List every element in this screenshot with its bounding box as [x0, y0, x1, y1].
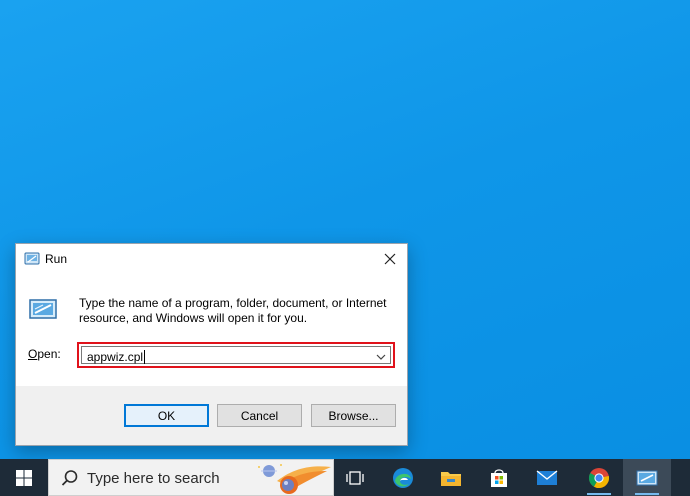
ok-button[interactable]: OK [124, 404, 209, 427]
file-explorer-icon [441, 471, 461, 486]
search-placeholder: Type here to search [87, 470, 220, 487]
search-icon [61, 470, 78, 486]
search-highlight-illustration [258, 464, 331, 494]
dialog-content: Type the name of a program, folder, docu… [16, 274, 407, 386]
microsoft-store-button[interactable] [475, 459, 523, 496]
open-input[interactable]: appwiz.cpl [87, 350, 146, 364]
open-label: Open: [28, 347, 61, 361]
close-button[interactable] [373, 244, 407, 274]
taskbar-search-box[interactable]: Type here to search [48, 459, 334, 496]
microsoft-store-icon [491, 468, 507, 487]
edge-icon [393, 467, 413, 488]
run-taskbar-button[interactable] [623, 459, 671, 496]
run-dialog: Run Type the name of a program, folder, … [15, 243, 408, 446]
edge-button[interactable] [379, 459, 427, 496]
close-icon [384, 253, 396, 265]
button-bar: OK Cancel Browse... [16, 386, 407, 445]
chrome-icon [588, 467, 610, 488]
cancel-button[interactable]: Cancel [217, 404, 302, 427]
mail-button[interactable] [523, 459, 571, 496]
run-app-icon [29, 299, 57, 319]
open-combobox[interactable]: appwiz.cpl [77, 342, 395, 368]
windows-start-icon [16, 469, 32, 486]
taskbar: Type here to search [0, 459, 690, 496]
task-view-icon [346, 470, 364, 485]
task-view-button[interactable] [331, 459, 379, 496]
title-bar[interactable]: Run [16, 244, 407, 274]
chrome-button[interactable] [575, 459, 623, 496]
browse-button[interactable]: Browse... [311, 404, 396, 427]
run-app-icon [636, 470, 658, 485]
start-button[interactable] [0, 459, 48, 496]
text-caret [144, 350, 146, 364]
run-icon [24, 252, 40, 265]
mail-icon [536, 469, 558, 485]
file-explorer-button[interactable] [427, 459, 475, 496]
dialog-title: Run [45, 252, 68, 266]
chevron-down-icon[interactable] [375, 351, 387, 363]
description-text: Type the name of a program, folder, docu… [79, 296, 387, 325]
